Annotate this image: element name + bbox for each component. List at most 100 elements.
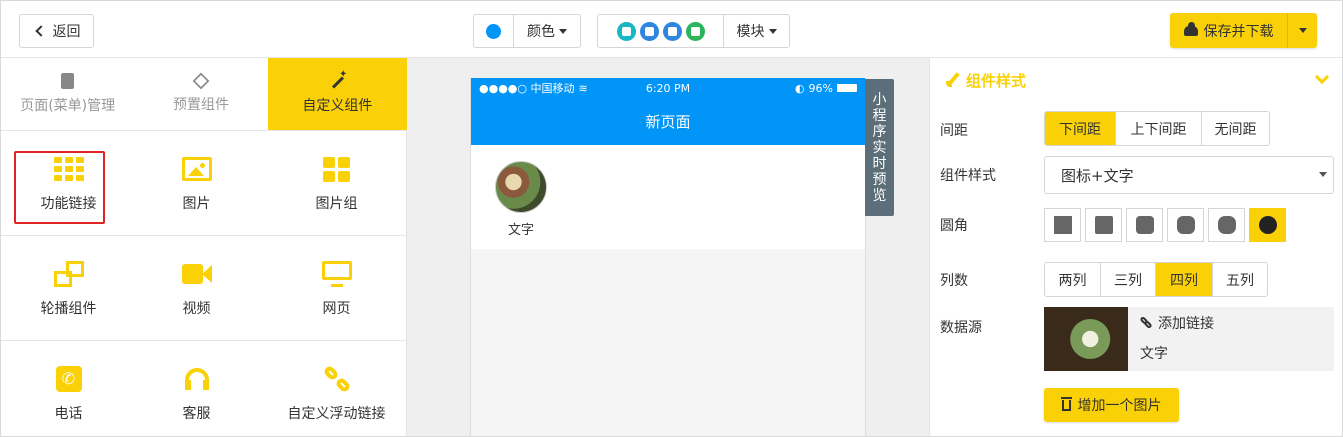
app-window: 返回 颜色 模块 保存并下载 页面(菜单)管理 预置组件 ✦ 自定义组件 功能链… <box>0 0 1343 437</box>
columns-option-3[interactable]: 三列 <box>1101 263 1156 296</box>
caret-down-icon <box>1298 28 1307 33</box>
component-label: 图片组 <box>315 196 358 212</box>
radius-label: 圆角 <box>940 218 968 234</box>
radius-option-1[interactable] <box>1085 208 1122 242</box>
live-tab-char: 程 <box>872 107 887 124</box>
add-link-button[interactable]: 添加链接 <box>1139 313 1214 333</box>
component-customer-service[interactable]: 客服 <box>129 341 264 436</box>
caret-down-icon <box>1319 172 1327 177</box>
component-label: 电话 <box>54 406 83 422</box>
chevron-left-icon <box>34 25 47 37</box>
image-icon <box>181 157 212 181</box>
headset-icon <box>183 366 211 392</box>
cube-icon <box>192 72 210 90</box>
component-image-group[interactable]: 图片组 <box>269 131 404 235</box>
document-module-icon[interactable] <box>639 21 659 41</box>
module-picker[interactable]: 模块 <box>597 14 790 48</box>
save-options-dropdown[interactable] <box>1287 13 1317 48</box>
module-dropdown[interactable]: 模块 <box>724 15 789 47</box>
style-panel: 组件样式 间距 下间距 上下间距 无间距 组件样式 图标+文字 圆角 列数 两列… <box>929 58 1342 436</box>
color-swatch-cell[interactable] <box>474 15 514 47</box>
color-picker[interactable]: 颜色 <box>473 14 581 48</box>
component-webpage[interactable]: 网页 <box>269 236 404 340</box>
preview-item-image <box>495 161 547 213</box>
selection-highlight <box>14 151 105 224</box>
save-download-group: 保存并下载 <box>1170 13 1317 48</box>
datasource-thumbnail[interactable] <box>1044 307 1128 371</box>
live-tab-char: 览 <box>872 187 887 204</box>
tab-page-management[interactable]: 页面(菜单)管理 <box>1 58 134 130</box>
status-time: 6:20 PM <box>645 81 691 95</box>
carousel-icon <box>53 261 84 287</box>
top-toolbar: 返回 颜色 模块 保存并下载 <box>1 1 1342 58</box>
live-tab-char: 序 <box>872 123 887 140</box>
live-tab-char: 时 <box>872 155 887 172</box>
columns-option-5[interactable]: 五列 <box>1213 263 1267 296</box>
save-download-label: 保存并下载 <box>1203 23 1274 40</box>
spacing-option-both[interactable]: 上下间距 <box>1116 112 1202 145</box>
tab-label: 页面(菜单)管理 <box>20 98 116 114</box>
columns-option-2[interactable]: 两列 <box>1045 263 1101 296</box>
cloud-download-icon <box>1183 21 1198 36</box>
function-link-block[interactable]: 文字 <box>471 145 865 249</box>
color-dropdown[interactable]: 颜色 <box>514 15 580 47</box>
style-panel-title: 组件样式 <box>966 71 1027 90</box>
live-preview-tab[interactable]: 小 程 序 实 时 预 览 <box>865 79 894 216</box>
phone-icon: ✆ <box>55 366 82 392</box>
trash-icon <box>1060 396 1072 411</box>
columns-segmented: 两列 三列 四列 五列 <box>1044 262 1268 297</box>
component-style-select[interactable]: 图标+文字 <box>1044 156 1334 194</box>
phone-nav-bar: 新页面 <box>471 98 865 145</box>
radius-option-3[interactable] <box>1167 208 1204 242</box>
shop-module-icon[interactable] <box>685 21 705 41</box>
back-button[interactable]: 返回 <box>19 14 94 48</box>
link-icon <box>322 364 351 394</box>
component-label: 轮播组件 <box>40 301 97 317</box>
user-module-icon[interactable] <box>616 21 636 41</box>
video-icon <box>181 263 212 285</box>
columns-label: 列数 <box>940 273 968 289</box>
component-label: 图片 <box>182 196 211 212</box>
component-label: 视频 <box>182 301 211 317</box>
caret-down-icon <box>768 28 777 34</box>
tab-label: 自定义组件 <box>302 98 373 114</box>
live-tab-char: 预 <box>872 171 887 188</box>
component-video[interactable]: 视频 <box>129 236 264 340</box>
style-panel-header[interactable]: 组件样式 <box>930 58 1342 102</box>
spacing-option-bottom[interactable]: 下间距 <box>1045 112 1116 145</box>
radius-option-4[interactable] <box>1208 208 1245 242</box>
columns-option-4[interactable]: 四列 <box>1156 263 1213 296</box>
live-tab-char: 实 <box>872 139 887 156</box>
color-label: 颜色 <box>527 24 555 40</box>
page-title: 新页面 <box>645 113 691 131</box>
radius-option-0[interactable] <box>1044 208 1081 242</box>
radius-options <box>1044 208 1286 242</box>
add-image-button[interactable]: 增加一个图片 <box>1044 388 1179 422</box>
spacing-segmented: 下间距 上下间距 无间距 <box>1044 111 1270 146</box>
component-carousel[interactable]: 轮播组件 <box>1 236 136 340</box>
component-phone[interactable]: ✆ 电话 <box>1 341 136 436</box>
module-icons <box>598 15 724 47</box>
component-sidebar: 页面(菜单)管理 预置组件 自定义组件 功能链接 图片 图片组 <box>1 58 407 436</box>
magic-wand-icon <box>329 69 347 89</box>
phone-preview: ●●●●○ 中国移动 ≋ 6:20 PM ◐ 96% 新页面 文字 <box>470 78 866 436</box>
save-download-button[interactable]: 保存并下载 <box>1170 13 1287 48</box>
car-module-icon[interactable] <box>662 21 682 41</box>
radius-option-5[interactable] <box>1249 208 1286 242</box>
preview-item-text: 文字 <box>507 223 534 238</box>
pages-icon <box>61 73 75 89</box>
component-label: 客服 <box>182 406 211 422</box>
tab-preset-components[interactable]: 预置组件 <box>134 58 267 130</box>
datasource-text[interactable]: 文字 <box>1140 343 1214 363</box>
caret-down-icon <box>559 28 567 34</box>
tab-custom-components[interactable]: 自定义组件 <box>267 58 407 130</box>
component-image[interactable]: 图片 <box>129 131 264 235</box>
datasource-item: 添加链接 文字 <box>1044 307 1334 371</box>
chevron-down-icon[interactable] <box>1314 69 1330 85</box>
spacing-option-none[interactable]: 无间距 <box>1202 112 1269 145</box>
preview-link-item[interactable]: 文字 <box>493 161 549 238</box>
monitor-icon <box>321 261 352 287</box>
component-floating-link[interactable]: 自定义浮动链接 <box>269 341 404 436</box>
add-link-label: 添加链接 <box>1158 316 1214 332</box>
radius-option-2[interactable] <box>1126 208 1163 242</box>
